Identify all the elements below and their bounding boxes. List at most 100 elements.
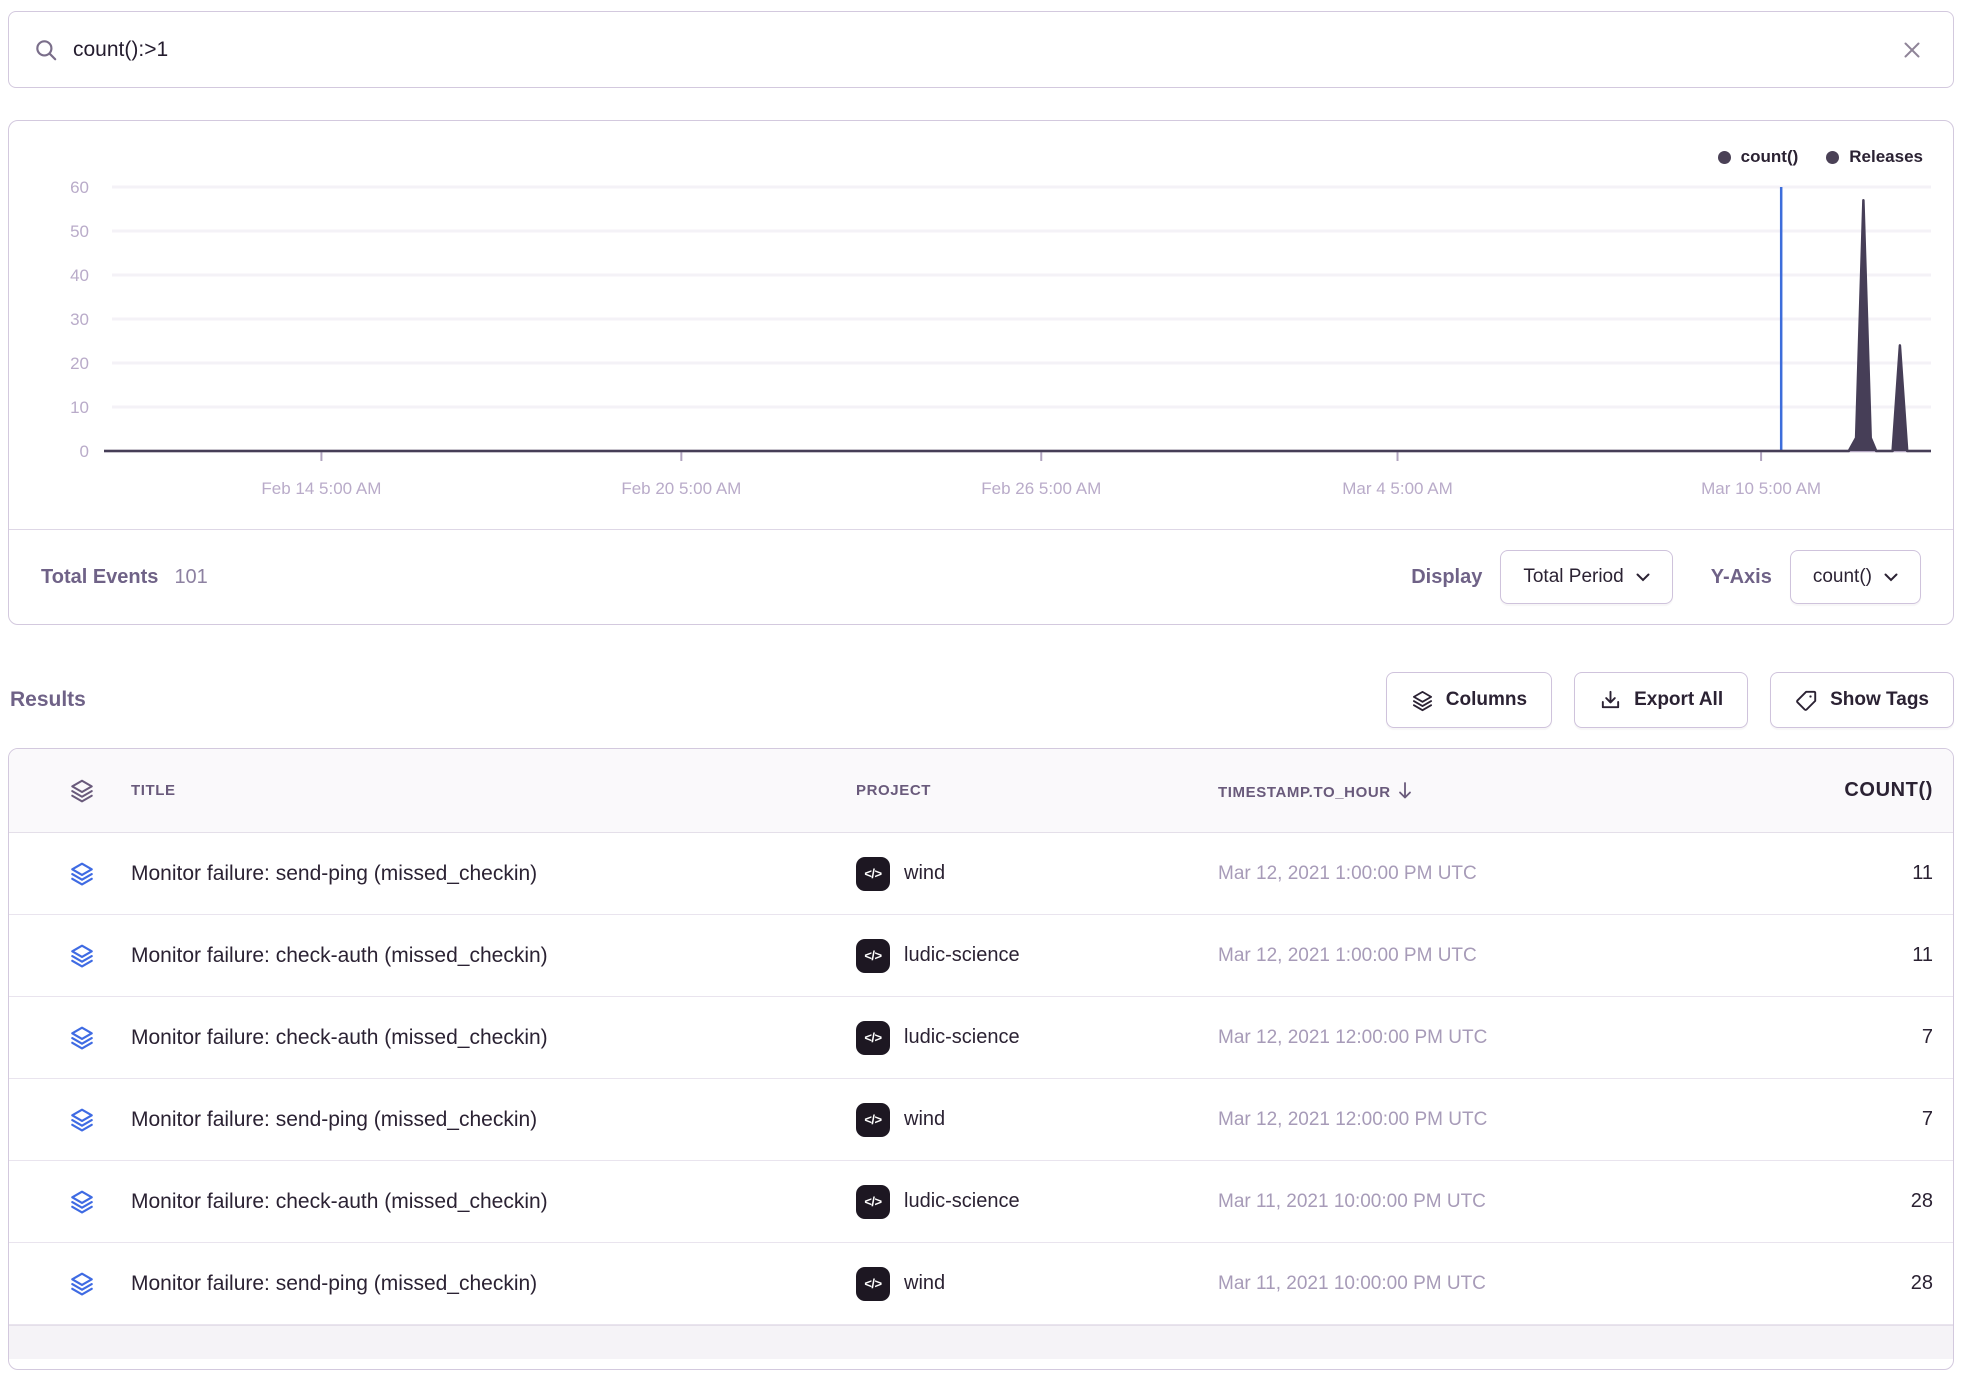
total-events-value: 101 xyxy=(174,566,207,589)
total-events-label: Total Events xyxy=(41,566,158,589)
svg-text:0: 0 xyxy=(80,442,89,461)
project-name: wind xyxy=(904,1272,945,1295)
project-platform-icon: </> xyxy=(856,1267,890,1301)
export-all-button[interactable]: Export All xyxy=(1574,672,1748,728)
svg-text:10: 10 xyxy=(70,398,89,417)
svg-text:60: 60 xyxy=(70,178,89,197)
stack-icon[interactable] xyxy=(9,778,107,804)
legend-label: count() xyxy=(1741,147,1799,167)
events-chart-panel: count() Releases 0102030405060Feb 14 5:0… xyxy=(8,120,1954,625)
project-platform-icon: </> xyxy=(856,1103,890,1137)
chart-legend: count() Releases xyxy=(1718,147,1923,167)
table-row: Monitor failure: send-ping (missed_check… xyxy=(9,833,1953,915)
columns-button-label: Columns xyxy=(1446,689,1527,711)
timestamp-cell: Mar 12, 2021 12:00:00 PM UTC xyxy=(1194,1027,1733,1049)
export-all-button-label: Export All xyxy=(1634,689,1723,711)
timestamp-cell: Mar 12, 2021 1:00:00 PM UTC xyxy=(1194,945,1733,967)
display-dropdown-value: Total Period xyxy=(1523,566,1623,588)
svg-text:Mar 10 5:00 AM: Mar 10 5:00 AM xyxy=(1701,479,1821,498)
project-platform-icon: </> xyxy=(856,857,890,891)
table-header-row: TITLE PROJECT TIMESTAMP.TO_HOUR COUNT() xyxy=(9,749,1953,833)
table-footer-strip xyxy=(9,1325,1953,1359)
project-platform-icon: </> xyxy=(856,1021,890,1055)
column-header-count[interactable]: COUNT() xyxy=(1733,779,1953,802)
column-header-timestamp[interactable]: TIMESTAMP.TO_HOUR xyxy=(1194,781,1733,801)
column-header-project[interactable]: PROJECT xyxy=(832,782,1194,799)
event-title-link[interactable]: Monitor failure: check-auth (missed_chec… xyxy=(107,1190,832,1214)
table-row: Monitor failure: check-auth (missed_chec… xyxy=(9,997,1953,1079)
search-icon xyxy=(33,37,59,63)
discover-page: count() Releases 0102030405060Feb 14 5:0… xyxy=(0,0,1962,1374)
stack-icon xyxy=(9,1189,107,1215)
timestamp-cell: Mar 12, 2021 1:00:00 PM UTC xyxy=(1194,863,1733,885)
svg-text:40: 40 xyxy=(70,266,89,285)
project-name: wind xyxy=(904,862,945,885)
stack-icon xyxy=(9,1107,107,1133)
event-title-link[interactable]: Monitor failure: send-ping (missed_check… xyxy=(107,1108,832,1132)
project-platform-icon: </> xyxy=(856,939,890,973)
results-title: Results xyxy=(10,688,86,712)
project-cell: </>wind xyxy=(832,1103,1194,1137)
event-title-link[interactable]: Monitor failure: send-ping (missed_check… xyxy=(107,1272,832,1296)
timestamp-cell: Mar 11, 2021 10:00:00 PM UTC xyxy=(1194,1191,1733,1213)
clear-search-icon[interactable] xyxy=(1895,33,1929,67)
event-title-link[interactable]: Monitor failure: send-ping (missed_check… xyxy=(107,862,832,886)
count-cell: 7 xyxy=(1733,1026,1953,1049)
table-row: Monitor failure: send-ping (missed_check… xyxy=(9,1243,1953,1325)
count-cell: 28 xyxy=(1733,1272,1953,1295)
events-over-time-chart: 0102030405060Feb 14 5:00 AMFeb 20 5:00 A… xyxy=(9,121,1953,506)
count-cell: 7 xyxy=(1733,1108,1953,1131)
yaxis-label: Y-Axis xyxy=(1711,566,1772,589)
tag-icon xyxy=(1795,689,1818,712)
count-cell: 11 xyxy=(1733,944,1953,967)
event-title-link[interactable]: Monitor failure: check-auth (missed_chec… xyxy=(107,1026,832,1050)
svg-text:Feb 26 5:00 AM: Feb 26 5:00 AM xyxy=(981,479,1101,498)
search-input[interactable] xyxy=(73,38,1895,62)
results-bar: Results Columns Export All xyxy=(10,672,1954,728)
project-name: ludic-science xyxy=(904,944,1020,967)
project-cell: </> wind xyxy=(832,857,1194,891)
column-header-title[interactable]: TITLE xyxy=(107,782,832,799)
project-cell: </> wind xyxy=(832,1267,1194,1301)
svg-text:50: 50 xyxy=(70,222,89,241)
svg-text:30: 30 xyxy=(70,310,89,329)
sort-descending-arrow-icon xyxy=(1397,781,1413,800)
table-row: Monitor failure: check-auth (missed_chec… xyxy=(9,1161,1953,1243)
yaxis-dropdown-value: count() xyxy=(1813,566,1872,588)
results-table: TITLE PROJECT TIMESTAMP.TO_HOUR COUNT() … xyxy=(8,748,1954,1370)
project-platform-icon: </> xyxy=(856,1185,890,1219)
search-bar xyxy=(8,11,1954,88)
count-cell: 28 xyxy=(1733,1190,1953,1213)
display-label: Display xyxy=(1411,566,1482,589)
project-cell: </> ludic-science xyxy=(832,1185,1194,1219)
columns-button[interactable]: Columns xyxy=(1386,672,1552,728)
svg-text:Mar 4 5:00 AM: Mar 4 5:00 AM xyxy=(1342,479,1453,498)
show-tags-button[interactable]: Show Tags xyxy=(1770,672,1954,728)
display-dropdown[interactable]: Total Period xyxy=(1500,550,1672,604)
timestamp-cell: Mar 11, 2021 10:00:00 PM UTC xyxy=(1194,1273,1733,1295)
table-row: Monitor failure: check-auth (missed_chec… xyxy=(9,915,1953,997)
legend-dot-icon xyxy=(1826,151,1839,164)
chevron-down-icon xyxy=(1636,573,1650,582)
column-header-timestamp-label: TIMESTAMP.TO_HOUR xyxy=(1218,784,1391,801)
legend-label: Releases xyxy=(1849,147,1923,167)
event-title-link[interactable]: Monitor failure: check-auth (missed_chec… xyxy=(107,944,832,968)
stack-icon xyxy=(9,1271,107,1297)
show-tags-button-label: Show Tags xyxy=(1830,689,1929,711)
count-cell: 11 xyxy=(1733,862,1953,885)
table-row: Monitor failure: send-ping (missed_check… xyxy=(9,1079,1953,1161)
yaxis-dropdown[interactable]: count() xyxy=(1790,550,1921,604)
export-download-icon xyxy=(1599,689,1622,712)
timestamp-cell: Mar 12, 2021 12:00:00 PM UTC xyxy=(1194,1109,1733,1131)
stack-icon xyxy=(9,1025,107,1051)
legend-item-releases[interactable]: Releases xyxy=(1826,147,1923,167)
legend-item-count[interactable]: count() xyxy=(1718,147,1799,167)
legend-dot-icon xyxy=(1718,151,1731,164)
project-cell: </> ludic-science xyxy=(832,1021,1194,1055)
svg-text:20: 20 xyxy=(70,354,89,373)
columns-stack-icon xyxy=(1411,689,1434,712)
chart-footer: Total Events 101 Display Total Period Y-… xyxy=(9,529,1953,624)
stack-icon xyxy=(9,943,107,969)
project-name: ludic-science xyxy=(904,1190,1020,1213)
project-name: ludic-science xyxy=(904,1026,1020,1049)
